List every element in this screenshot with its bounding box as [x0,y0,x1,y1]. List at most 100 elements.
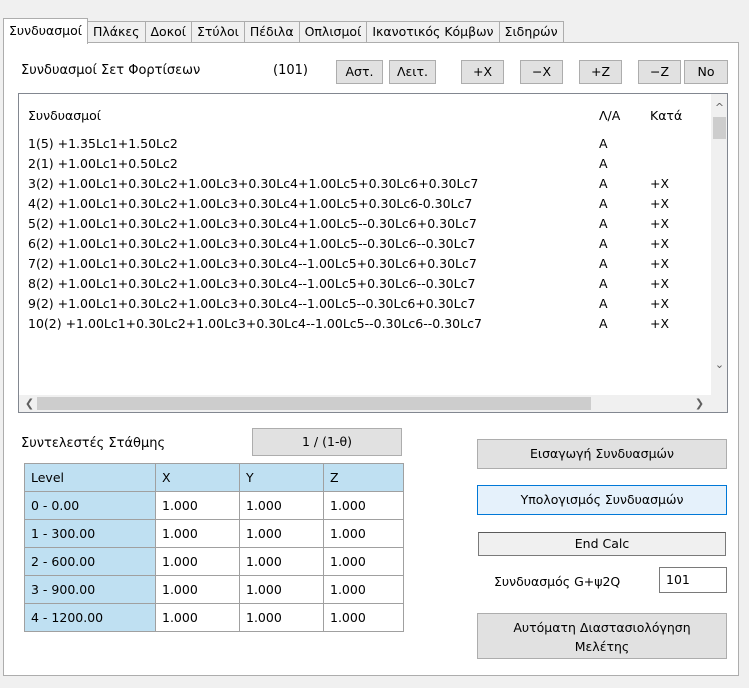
level-cell: 3 - 900.00 [24,575,156,604]
y-cell[interactable]: 1.000 [239,519,324,548]
tab-steel[interactable]: Σιδηρών [498,21,564,43]
y-cell[interactable]: 1.000 [239,547,324,576]
combination-text: 2(1) +1.00Lc1+0.50Lc2 [28,156,178,171]
level-grid[interactable]: Level X Y Z 0 - 0.00 1.000 1.000 1.000 1… [24,463,404,632]
import-combinations-button[interactable]: Εισαγωγή Συνδυασμών [477,439,727,469]
x-cell[interactable]: 1.000 [155,491,240,520]
table-row: 3 - 900.00 1.000 1.000 1.000 [24,575,404,604]
list-header: Συνδυασμοί Λ/Α Κατά [19,106,711,126]
combination-text: 6(2) +1.00Lc1+0.30Lc2+1.00Lc3+0.30Lc4+1.… [28,236,476,251]
y-cell[interactable]: 1.000 [239,603,324,632]
load-sets-label: Συνδυασμοί Σετ Φορτίσεων [21,63,201,78]
x-cell[interactable]: 1.000 [155,575,240,604]
x-cell[interactable]: 1.000 [155,547,240,576]
grid-header-y: Y [239,463,324,492]
plus-z-button[interactable]: +Z [579,60,622,84]
scroll-right-icon[interactable]: ❯ [691,395,708,412]
scroll-corner [711,395,727,412]
scroll-left-icon[interactable]: ❮ [21,395,38,412]
y-cell[interactable]: 1.000 [239,491,324,520]
la-value: A [599,296,608,311]
theta-factor-button[interactable]: 1 / (1-θ) [252,428,402,456]
vertical-scrollbar[interactable]: ^ ⌄ [711,94,727,395]
z-cell[interactable]: 1.000 [323,575,404,604]
direction-value: +X [650,316,670,331]
auto-design-label-line1: Αυτόματη Διαστασιολόγηση [513,620,691,635]
la-value: A [599,216,608,231]
list-item[interactable]: 3(2) +1.00Lc1+0.30Lc2+1.00Lc3+0.30Lc4+1.… [19,174,711,194]
combination-text: 9(2) +1.00Lc1+0.30Lc2+1.00Lc3+0.30Lc4--1… [28,296,476,311]
auto-design-button[interactable]: Αυτόματη Διαστασιολόγηση Μελέτης [477,613,727,659]
direction-value: +X [650,296,670,311]
header-combinations[interactable]: Συνδυασμοί [28,106,101,126]
combination-text: 4(2) +1.00Lc1+0.30Lc2+1.00Lc3+0.30Lc4+1.… [28,196,473,211]
list-item[interactable]: 1(5) +1.35Lc1+1.50Lc2 A [19,134,711,154]
minus-z-button[interactable]: −Z [638,60,681,84]
z-cell[interactable]: 1.000 [323,603,404,632]
grid-header-level: Level [24,463,156,492]
level-cell: 4 - 1200.00 [24,603,156,632]
grid-header-z: Z [323,463,404,492]
combination-text: 8(2) +1.00Lc1+0.30Lc2+1.00Lc3+0.30Lc4--1… [28,276,476,291]
list-item[interactable]: 5(2) +1.00Lc1+0.30Lc2+1.00Lc3+0.30Lc4+1.… [19,214,711,234]
minus-x-button[interactable]: −X [520,60,563,84]
table-row: 2 - 600.00 1.000 1.000 1.000 [24,547,404,576]
list-item[interactable]: 2(1) +1.00Lc1+0.50Lc2 A [19,154,711,174]
la-value: A [599,176,608,191]
header-la[interactable]: Λ/Α [599,106,620,126]
scroll-up-icon[interactable]: ^ [711,99,727,116]
table-row: 1 - 300.00 1.000 1.000 1.000 [24,519,404,548]
g-psi2q-input[interactable]: 101 [659,567,727,593]
direction-value: +X [650,176,670,191]
horizontal-scrollbar[interactable]: ❮ ❯ [19,395,711,412]
la-value: A [599,156,608,171]
z-cell[interactable]: 1.000 [323,491,404,520]
load-sets-count: (101) [273,63,308,78]
table-row: 4 - 1200.00 1.000 1.000 1.000 [24,603,404,632]
leit-button[interactable]: Λειτ. [389,60,436,84]
z-cell[interactable]: 1.000 [323,547,404,576]
combination-text: 3(2) +1.00Lc1+0.30Lc2+1.00Lc3+0.30Lc4+1.… [28,176,479,191]
calculate-combinations-button[interactable]: Υπολογισμός Συνδυασμών [477,485,727,515]
tab-columns[interactable]: Στύλοι [190,21,245,43]
list-item[interactable]: 7(2) +1.00Lc1+0.30Lc2+1.00Lc3+0.30Lc4--1… [19,254,711,274]
list-item[interactable]: 9(2) +1.00Lc1+0.30Lc2+1.00Lc3+0.30Lc4--1… [19,294,711,314]
horizontal-scroll-thumb[interactable] [37,397,591,410]
grid-header-row: Level X Y Z [24,463,404,492]
tab-footings[interactable]: Πέδιλα [243,21,300,43]
tab-slabs[interactable]: Πλάκες [87,21,146,43]
list-item[interactable]: 6(2) +1.00Lc1+0.30Lc2+1.00Lc3+0.30Lc4+1.… [19,234,711,254]
tab-beams[interactable]: Δοκοί [144,21,192,43]
level-cell: 1 - 300.00 [24,519,156,548]
la-value: A [599,276,608,291]
tab-combinations[interactable]: Συνδυασμοί [3,18,88,44]
auto-design-label-line2: Μελέτης [574,639,630,654]
level-cell: 2 - 600.00 [24,547,156,576]
x-cell[interactable]: 1.000 [155,603,240,632]
combination-text: 1(5) +1.35Lc1+1.50Lc2 [28,136,178,151]
no-button[interactable]: No [684,60,728,84]
combinations-list[interactable]: Συνδυασμοί Λ/Α Κατά 1(5) +1.35Lc1+1.50Lc… [18,93,728,413]
ast-button[interactable]: Αστ. [336,60,383,84]
scroll-down-icon[interactable]: ⌄ [711,356,727,373]
level-cell: 0 - 0.00 [24,491,156,520]
direction-value: +X [650,256,670,271]
la-value: A [599,316,608,331]
tab-reinforcement[interactable]: Οπλισμοί [298,21,368,43]
x-cell[interactable]: 1.000 [155,519,240,548]
list-item[interactable]: 4(2) +1.00Lc1+0.30Lc2+1.00Lc3+0.30Lc4+1.… [19,194,711,214]
list-item[interactable]: 8(2) +1.00Lc1+0.30Lc2+1.00Lc3+0.30Lc4--1… [19,274,711,294]
tab-capacity-joints[interactable]: Ικανοτικός Κόμβων [366,21,500,43]
combination-text: 5(2) +1.00Lc1+0.30Lc2+1.00Lc3+0.30Lc4+1.… [28,216,477,231]
list-item[interactable]: 10(2) +1.00Lc1+0.30Lc2+1.00Lc3+0.30Lc4--… [19,314,711,334]
la-value: A [599,136,608,151]
header-direction[interactable]: Κατά [650,106,682,126]
y-cell[interactable]: 1.000 [239,575,324,604]
vertical-scroll-thumb[interactable] [713,117,726,139]
g-psi2q-label: Συνδυασμός G+ψ2Q [494,574,621,589]
direction-value: +X [650,216,670,231]
plus-x-button[interactable]: +X [461,60,504,84]
direction-value: +X [650,236,670,251]
z-cell[interactable]: 1.000 [323,519,404,548]
la-value: A [599,196,608,211]
